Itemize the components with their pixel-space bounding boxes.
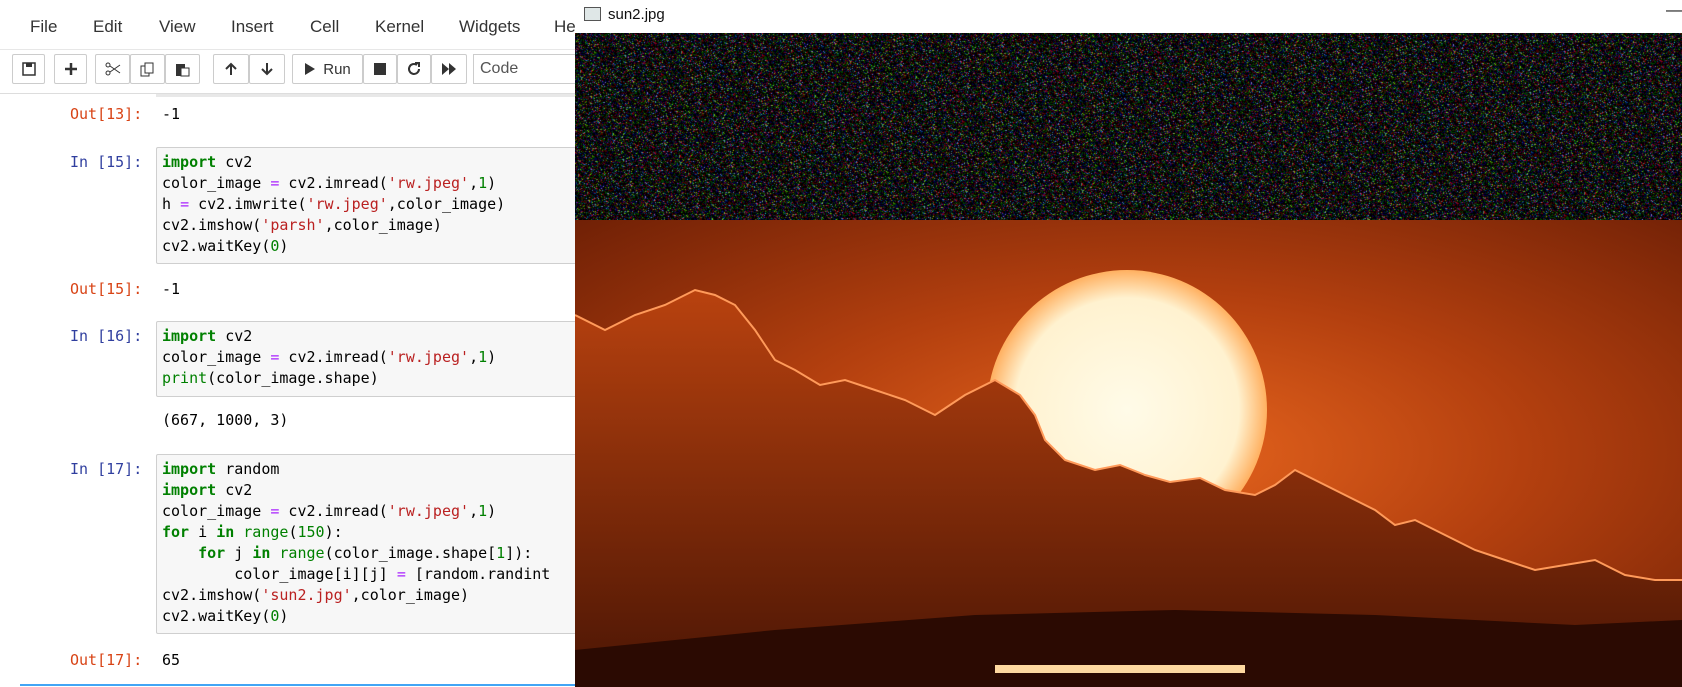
menu-help[interactable]: He [554,17,575,37]
output-text: -1 [162,105,181,123]
menu-view[interactable]: View [159,17,196,37]
jupyter-notebook: File Edit View Insert Cell Kernel Widget… [0,0,575,687]
window-icon [584,7,601,21]
menu-edit[interactable]: Edit [93,17,122,37]
code-line: import random [162,460,280,478]
plus-icon [64,63,77,75]
output-prompt: Out[13]: [70,105,143,123]
output-text: 65 [162,651,181,669]
run-label: Run [323,60,351,78]
output-prompt: Out[15]: [70,280,143,298]
play-icon [305,63,316,75]
move-up-button[interactable] [213,54,249,84]
code-line: h = cv2.imwrite('rw.jpeg',color_image) [162,195,506,213]
cut-button[interactable] [95,54,130,84]
interrupt-button[interactable] [363,54,397,84]
window-title: sun2.jpg [608,6,665,23]
menu-cell[interactable]: Cell [310,17,339,37]
arrow-up-icon [225,62,237,75]
insert-cell-button[interactable] [54,54,87,84]
menu-file[interactable]: File [30,17,57,37]
code-line: cv2.waitKey(0) [162,237,289,255]
output-text: -1 [162,280,181,298]
output-prompt: Out[17]: [70,651,143,669]
image-window: sun2.jpg — [575,0,1682,687]
stop-icon [374,63,386,75]
copy-icon [140,62,154,76]
code-line: cv2.waitKey(0) [162,607,289,625]
cut-icon [105,62,120,76]
code-line: color_image = cv2.imread('rw.jpeg',1) [162,174,497,192]
sunset-photo [575,220,1682,687]
code-line: for i in range(150): [162,523,343,541]
cell-type-select[interactable]: Code [473,54,575,84]
output-text: (667, 1000, 3) [162,411,289,429]
menubar: File Edit View Insert Cell Kernel Widget… [0,0,575,50]
restart-button[interactable] [397,54,431,84]
input-prompt: In [17]: [70,460,143,478]
code-cell[interactable]: import cv2 color_image = cv2.imread('rw.… [156,321,575,397]
menu-insert[interactable]: Insert [231,17,274,37]
restart-run-all-button[interactable] [431,54,467,84]
fast-forward-icon [442,63,456,75]
toolbar: Run Code [0,50,575,92]
notebook-cells[interactable]: Out[13]: -1 In [15]: import cv2 color_im… [0,93,575,687]
code-line: import cv2 [162,481,253,499]
previous-cell-edge [156,94,575,97]
code-line: color_image = cv2.imread('rw.jpeg',1) [162,348,497,366]
run-button[interactable]: Run [292,54,363,84]
code-line: color_image[i][j] = [random.randint [162,565,551,583]
save-icon [21,62,36,76]
code-line: import cv2 [162,327,253,345]
minimize-button[interactable]: — [1666,2,1682,20]
selected-cell-border [20,684,575,686]
move-down-button[interactable] [249,54,285,84]
code-line: cv2.imshow('sun2.jpg',color_image) [162,586,470,604]
code-cell[interactable]: import cv2 color_image = cv2.imread('rw.… [156,147,575,264]
input-prompt: In [16]: [70,327,143,345]
window-titlebar[interactable]: sun2.jpg — [575,0,1682,32]
paste-icon [176,63,190,76]
save-button[interactable] [12,54,45,84]
arrow-down-icon [261,63,273,76]
code-line: for j in range(color_image.shape[1]): [198,544,533,562]
code-cell[interactable]: import random import cv2 color_image = c… [156,454,575,634]
code-line: cv2.imshow('parsh',color_image) [162,216,442,234]
code-line: print(color_image.shape) [162,369,379,387]
sun-reflection [995,665,1245,673]
menu-widgets[interactable]: Widgets [459,17,520,37]
random-noise-region [575,33,1682,220]
paste-button[interactable] [165,54,200,84]
copy-button[interactable] [130,54,165,84]
menu-kernel[interactable]: Kernel [375,17,424,37]
code-line: import cv2 [162,153,253,171]
input-prompt: In [15]: [70,153,143,171]
restart-icon [408,62,420,75]
code-line: color_image = cv2.imread('rw.jpeg',1) [162,502,497,520]
